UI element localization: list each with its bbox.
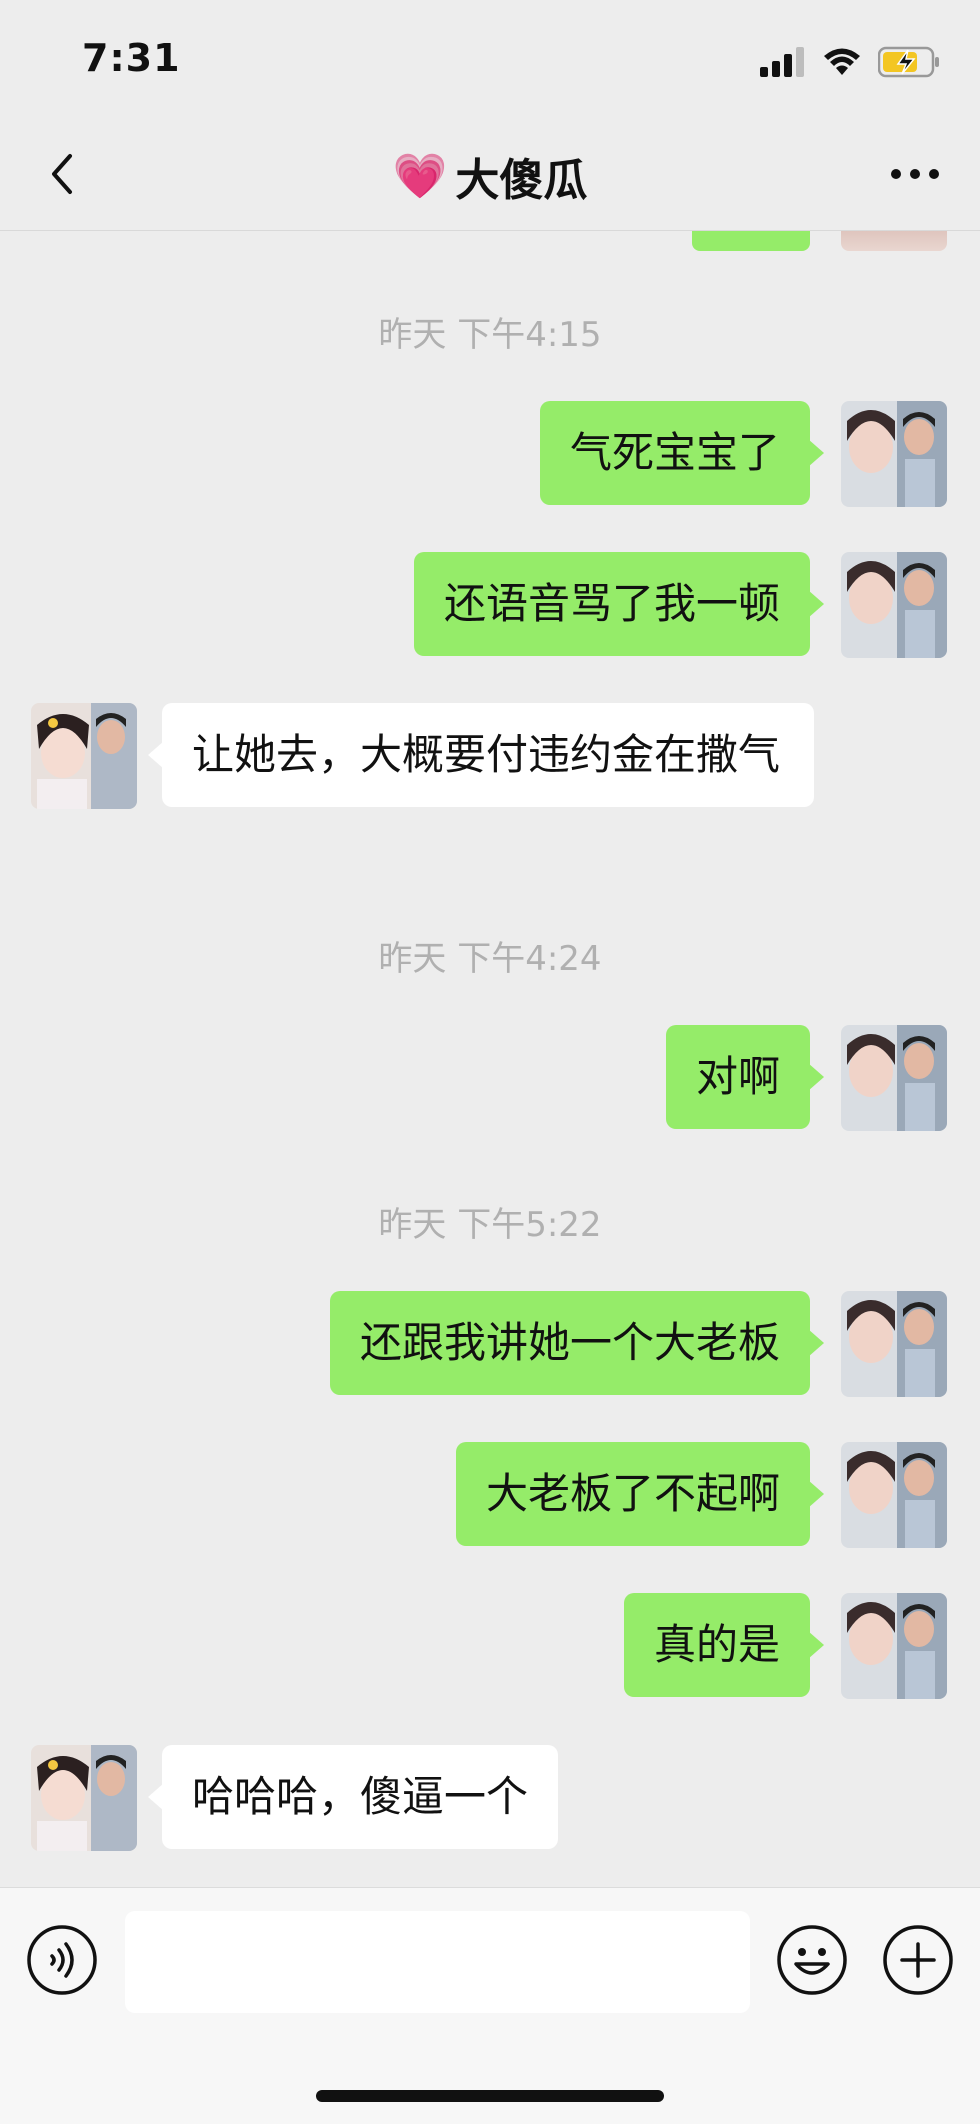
status-bar: 7:31 [0,0,980,120]
more-functions-button[interactable] [882,1924,954,1996]
timestamp: 昨天 下午4:24 [378,939,602,979]
my-message-bubble[interactable]: 气死宝宝了 [539,401,825,505]
my-avatar-photo [841,1291,947,1397]
avatar[interactable] [841,1593,947,1699]
my-message-bubble[interactable]: 真的是 [623,1593,825,1697]
smiley-icon [777,1925,847,1995]
contact-avatar-photo [31,1745,137,1851]
contact-message-bubble[interactable]: 让她去，大概要付违约金在撒气 [148,703,814,807]
input-bar [0,1887,980,2124]
contact-name: 大傻瓜 [455,155,588,206]
my-message-bubble[interactable]: 还语音骂了我一顿 [413,552,825,656]
more-button[interactable] [880,146,950,202]
signal-icon [760,47,804,77]
message-input[interactable] [125,1911,750,2013]
more-dots-icon [891,169,939,179]
timestamp: 昨天 下午5:22 [378,1205,602,1245]
avatar[interactable] [841,1291,947,1397]
my-avatar-photo [841,1593,947,1699]
contact-avatar[interactable] [31,703,137,809]
my-avatar-photo [841,1025,947,1131]
wifi-icon [824,48,860,75]
status-time: 7:31 [82,36,181,80]
chat-area[interactable]: 昨天 下午4:15 气死宝宝了 还语音骂了我一顿 让她去，大概要付违约金在撒气 … [0,231,980,1887]
contact-message-bubble[interactable]: 哈哈哈，傻逼一个 [147,1745,559,1849]
my-avatar-photo [841,552,947,658]
chat-header: 💗 大傻瓜 [0,120,980,231]
avatar[interactable] [841,1025,947,1131]
previous-message-bubble [692,231,810,251]
heart-emoji: 💗 [392,151,448,202]
previous-message-avatar [841,231,947,251]
my-message-bubble[interactable]: 还跟我讲她一个大老板 [329,1291,825,1395]
emoji-button[interactable] [776,1924,848,1996]
timestamp: 昨天 下午4:15 [378,315,602,355]
status-icons [760,44,942,80]
my-message-bubble[interactable]: 大老板了不起啊 [455,1442,825,1546]
contact-avatar-photo [31,703,137,809]
my-message-bubble[interactable]: 对啊 [665,1025,825,1129]
my-avatar-photo [841,401,947,507]
avatar[interactable] [841,552,947,658]
voice-icon [27,1925,97,1995]
contact-avatar[interactable] [31,1745,137,1851]
my-avatar-photo [841,1442,947,1548]
plus-circle-icon [883,1925,953,1995]
home-indicator [316,2090,664,2102]
voice-button[interactable] [26,1924,98,1996]
battery-charging-icon [878,46,939,78]
avatar[interactable] [841,401,947,507]
chat-title: 💗 大傻瓜 [0,144,980,208]
avatar[interactable] [841,1442,947,1548]
